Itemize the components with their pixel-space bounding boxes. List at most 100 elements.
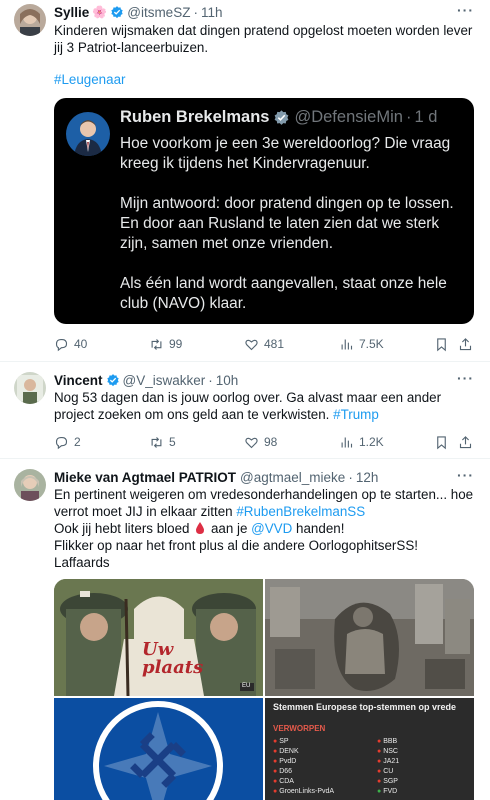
media-image-vote-card[interactable]: Stemmen Europese top-stemmen op vrede VE…: [265, 698, 474, 800]
views-icon: [341, 437, 353, 447]
like-button[interactable]: 98: [244, 433, 277, 451]
views-icon: [341, 339, 353, 349]
avatar[interactable]: [14, 372, 46, 404]
view-count: 7.5K: [359, 337, 384, 351]
timestamp[interactable]: 11h: [201, 5, 223, 20]
tweet-body: Kinderen wijsmaken dat dingen pratend op…: [54, 23, 473, 55]
tweet-header: Syllie 🌸 @itsmeSZ · 11h: [54, 3, 222, 21]
quoted-paragraph: Als één land wordt aangevallen, staat on…: [120, 275, 447, 312]
hashtag-line: #Leugenaar: [54, 71, 474, 88]
more-options-icon[interactable]: ···: [457, 370, 474, 386]
repost-button[interactable]: 99: [149, 335, 182, 353]
author-handle[interactable]: @agtmael_mieke: [240, 470, 345, 485]
author-handle[interactable]: @V_iswakker: [123, 373, 206, 388]
like-button[interactable]: 481: [244, 335, 284, 353]
quoted-paragraph: Hoe voorkom je een 3e wereldoorlog? Die …: [120, 135, 451, 172]
verified-badge-icon: [106, 374, 119, 387]
party-row: ● BBB: [377, 738, 398, 745]
bookmark-button[interactable]: [434, 335, 454, 353]
tweet-text: Kinderen wijsmaken dat dingen pratend op…: [54, 22, 474, 56]
repost-icon: [151, 436, 162, 448]
action-bar: 40 99 481 7.5K: [54, 335, 474, 353]
view-count: 1.2K: [359, 435, 384, 449]
quoted-timestamp[interactable]: 1 d: [414, 108, 437, 127]
repost-count: 99: [169, 337, 183, 351]
quoted-author-name[interactable]: Ruben Brekelmans: [120, 108, 269, 127]
hashtag-link[interactable]: #Leugenaar: [54, 72, 125, 87]
share-icon: [459, 337, 472, 350]
media-image-poster[interactable]: Uw plaats EU: [54, 579, 263, 696]
reply-button[interactable]: 40: [54, 335, 87, 353]
reply-button[interactable]: 2: [54, 433, 81, 451]
party-row: ● D66: [273, 768, 293, 775]
like-count: 98: [264, 435, 278, 449]
action-bar: 2 5 98 1.2K: [54, 433, 474, 451]
tweet-text: Nog 53 dagen dan is jouw oorlog over. Ga…: [54, 389, 474, 423]
share-button[interactable]: [458, 335, 478, 353]
quoted-header: Ruben Brekelmans @DefensieMin · 1 d: [120, 108, 437, 127]
tweet-header: Mieke van Agtmael PATRIOT @agtmael_mieke…: [54, 468, 378, 486]
heart-icon: [245, 339, 258, 350]
tweet-syllie[interactable]: Syllie 🌸 @itsmeSZ · 11h ··· Kinderen wij…: [0, 0, 490, 362]
tweet-vincent[interactable]: Vincent @V_iswakker · 10h ··· Nog 53 dag…: [0, 362, 490, 459]
tweet-body: Nog 53 dagen dan is jouw oorlog over. Ga…: [54, 390, 442, 422]
hashtag-link[interactable]: #RubenBrekelmanSS: [236, 504, 365, 519]
like-count: 481: [264, 337, 285, 351]
more-options-icon[interactable]: ···: [457, 467, 474, 483]
quoted-avatar[interactable]: [66, 112, 110, 156]
mention-link[interactable]: @VVD: [251, 521, 292, 536]
views-button[interactable]: 7.5K: [339, 335, 384, 353]
bookmark-button[interactable]: [434, 433, 454, 451]
hashtag-link[interactable]: #Trump: [333, 407, 379, 422]
party-row: ● GroenLinks-PvdA: [273, 788, 335, 795]
avatar[interactable]: [14, 4, 46, 36]
tweet-mieke[interactable]: Mieke van Agtmael PATRIOT @agtmael_mieke…: [0, 459, 490, 800]
author-name[interactable]: Vincent: [54, 373, 103, 388]
quoted-author-handle[interactable]: @DefensieMin: [294, 108, 402, 127]
more-options-icon[interactable]: ···: [457, 2, 474, 18]
avatar[interactable]: [14, 469, 46, 501]
separator-dot: ·: [193, 4, 198, 20]
party-list-left: ● SP ● DENK ● PvdD ● D66 ● CDA ● GroenLi…: [273, 737, 363, 797]
author-handle[interactable]: @itsmeSZ: [127, 5, 190, 20]
reply-icon: [55, 338, 68, 351]
party-row: ● NSC: [377, 748, 398, 755]
poster-badge: EU: [242, 683, 251, 689]
verified-badge-icon: [111, 6, 123, 19]
reply-count: 2: [74, 435, 81, 449]
repost-icon: [151, 338, 162, 350]
timestamp[interactable]: 12h: [356, 470, 379, 485]
party-row: ● PvdD: [273, 758, 297, 765]
author-name[interactable]: Syllie: [54, 5, 89, 20]
share-icon: [459, 435, 472, 448]
tweet-header: Vincent @V_iswakker · 10h: [54, 371, 238, 389]
separator-dot: ·: [208, 372, 213, 388]
bookmark-icon: [437, 435, 446, 449]
share-button[interactable]: [458, 433, 478, 451]
quoted-text: Hoe voorkom je een 3e wereldoorlog? Die …: [120, 134, 465, 324]
heart-icon: [245, 437, 258, 448]
quoted-tweet[interactable]: Ruben Brekelmans @DefensieMin · 1 d Hoe …: [54, 98, 474, 324]
media-image-ruins[interactable]: [265, 579, 474, 696]
tweet-text: En pertinent weigeren om vredesonderhand…: [54, 486, 474, 571]
name-emoji: 🌸: [92, 5, 108, 19]
reply-count: 40: [74, 337, 88, 351]
media-image-nato-graphic[interactable]: [54, 698, 263, 800]
author-name[interactable]: Mieke van Agtmael PATRIOT: [54, 470, 236, 485]
tweet-line: Ook jij hebt liters bloed: [54, 521, 190, 536]
separator-dot: ·: [405, 108, 412, 126]
tweet-line: handen!: [296, 521, 345, 536]
repost-button[interactable]: 5: [149, 433, 176, 451]
party-list-right: ● BBB ● NSC ● JA21 ● CU ● SGP ● FVD: [377, 737, 467, 797]
card-title: Stemmen Europese top-stemmen op vrede: [273, 702, 457, 712]
bookmark-icon: [437, 337, 446, 351]
timestamp[interactable]: 10h: [216, 373, 239, 388]
media-grid[interactable]: Uw plaats EU Stemmen Europese top-stemme…: [54, 579, 474, 800]
views-button[interactable]: 1.2K: [339, 433, 384, 451]
party-row: ● SP: [273, 738, 289, 745]
separator-dot: ·: [348, 469, 353, 485]
party-row: ● CDA: [273, 778, 294, 785]
repost-count: 5: [169, 435, 176, 449]
government-badge-icon: [275, 110, 289, 125]
poster-text: Uw plaats: [142, 639, 204, 678]
